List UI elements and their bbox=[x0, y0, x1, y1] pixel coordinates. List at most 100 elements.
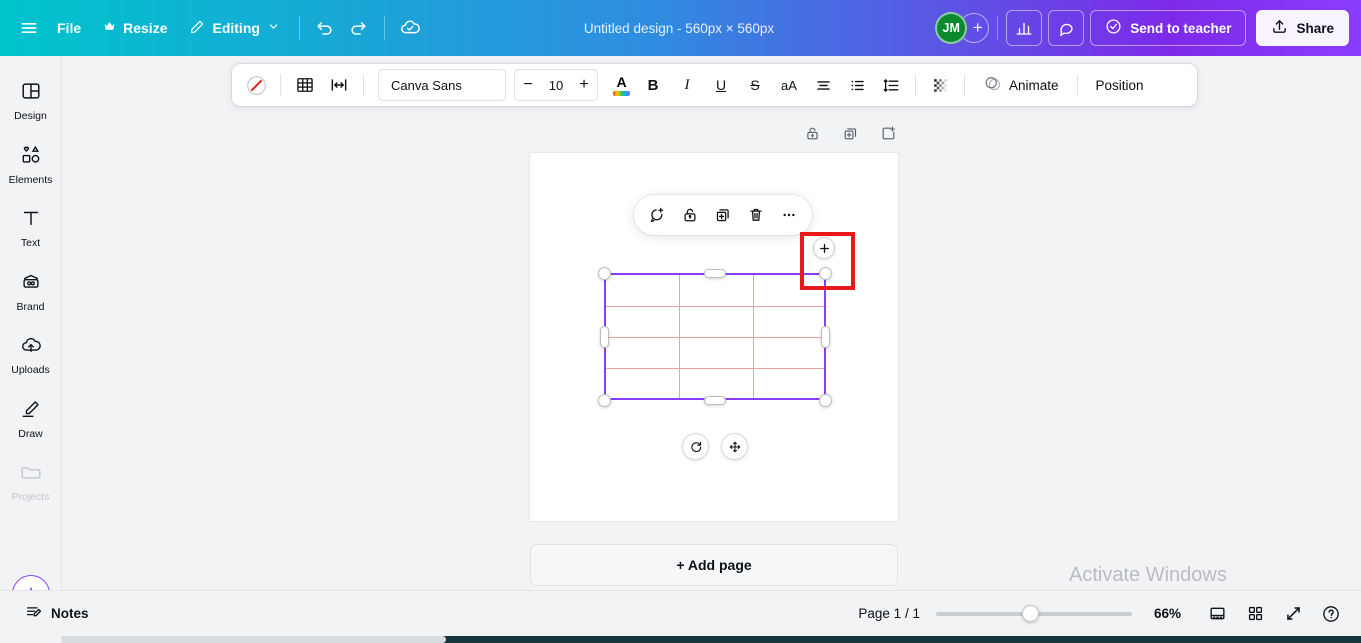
page-tools-row bbox=[797, 118, 903, 148]
underline-button[interactable]: U bbox=[705, 69, 737, 101]
toolbar-divider-5 bbox=[1076, 74, 1078, 96]
page-view-icon[interactable] bbox=[1201, 598, 1233, 630]
grid-view-icon[interactable] bbox=[1239, 598, 1271, 630]
zoom-level-label[interactable]: 66% bbox=[1154, 606, 1181, 621]
table-grid-icon[interactable] bbox=[289, 69, 321, 101]
font-size-increase-button[interactable]: + bbox=[571, 70, 597, 100]
resize-button[interactable]: Resize bbox=[92, 13, 178, 43]
header-divider-1 bbox=[298, 16, 300, 40]
brand-kit-icon bbox=[20, 271, 42, 298]
sidebar-item-projects[interactable]: Projects bbox=[2, 453, 60, 510]
table-grid-lines bbox=[606, 275, 824, 398]
toolbar-divider-4 bbox=[964, 74, 965, 96]
italic-button[interactable]: I bbox=[671, 69, 703, 101]
lock-page-button[interactable] bbox=[797, 118, 827, 148]
page-indicator: Page 1 / 1 bbox=[858, 606, 920, 621]
no-color-swatch-icon[interactable] bbox=[240, 69, 272, 101]
table-row-divider[interactable] bbox=[606, 337, 824, 338]
selected-table-element[interactable] bbox=[604, 273, 826, 400]
font-size-decrease-button[interactable]: − bbox=[515, 70, 541, 100]
add-page-after-button[interactable] bbox=[873, 118, 903, 148]
file-menu-label: File bbox=[57, 20, 82, 36]
table-row-divider[interactable] bbox=[606, 368, 824, 369]
document-title[interactable]: Untitled design - 560px × 560px bbox=[574, 15, 784, 42]
notes-icon bbox=[25, 603, 43, 624]
font-family-value: Canva Sans bbox=[391, 77, 462, 93]
sidebar-item-brand[interactable]: Brand bbox=[2, 263, 60, 320]
check-circle-icon bbox=[1105, 18, 1122, 38]
send-to-teacher-label: Send to teacher bbox=[1130, 20, 1232, 36]
hamburger-menu-icon[interactable] bbox=[12, 11, 46, 45]
line-spacing-icon[interactable] bbox=[875, 69, 907, 101]
cloud-upload-icon bbox=[20, 334, 42, 361]
resize-handle-middle-left[interactable] bbox=[600, 326, 609, 348]
text-case-button[interactable]: aA bbox=[773, 69, 805, 101]
rotate-icon[interactable] bbox=[682, 433, 709, 460]
horizontal-scrollbar[interactable] bbox=[0, 636, 1361, 643]
resize-handle-top-left[interactable] bbox=[598, 267, 611, 280]
bullet-list-icon[interactable] bbox=[841, 69, 873, 101]
table-row-divider[interactable] bbox=[606, 306, 824, 307]
position-button[interactable]: Position bbox=[1086, 69, 1154, 101]
sidebar-item-uploads[interactable]: Uploads bbox=[2, 326, 60, 383]
design-page[interactable] bbox=[530, 153, 898, 521]
sidebar-item-text[interactable]: Text bbox=[2, 199, 60, 256]
sidebar-item-label: Text bbox=[20, 237, 41, 250]
strikethrough-button[interactable]: S bbox=[739, 69, 771, 101]
redo-icon[interactable] bbox=[342, 11, 376, 45]
sidebar-item-label: Projects bbox=[11, 491, 50, 504]
add-page-button[interactable]: + Add page bbox=[530, 544, 898, 586]
sidebar-item-elements[interactable]: Elements bbox=[2, 136, 60, 193]
cloud-saved-icon[interactable] bbox=[393, 11, 427, 45]
add-column-button[interactable] bbox=[813, 237, 835, 259]
resize-handle-bottom-right[interactable] bbox=[819, 394, 832, 407]
font-family-select[interactable]: Canva Sans bbox=[378, 69, 506, 101]
transparency-checker-icon[interactable] bbox=[924, 69, 956, 101]
zoom-slider[interactable] bbox=[935, 605, 1132, 623]
add-comment-button[interactable] bbox=[642, 200, 672, 230]
comment-bubble-icon[interactable] bbox=[1048, 10, 1085, 46]
pencil-icon bbox=[189, 19, 205, 38]
left-sidebar: Design Elements Text Brand Uploads Draw … bbox=[0, 56, 62, 643]
animate-button[interactable]: Animate bbox=[973, 69, 1069, 101]
fullscreen-icon[interactable] bbox=[1277, 598, 1309, 630]
resize-handle-bottom-center[interactable] bbox=[704, 396, 726, 405]
sidebar-item-draw[interactable]: Draw bbox=[2, 390, 60, 447]
top-header-bar: File Resize Editing Untitled design - 56… bbox=[0, 0, 1361, 56]
text-color-icon[interactable]: A bbox=[608, 72, 635, 99]
cell-spacing-icon[interactable] bbox=[323, 69, 355, 101]
canva-editor-window: File Resize Editing Untitled design - 56… bbox=[0, 0, 1361, 643]
toolbar-divider-3 bbox=[915, 74, 916, 96]
zoom-slider-knob[interactable] bbox=[1021, 605, 1039, 622]
layout-design-icon bbox=[20, 80, 42, 107]
bold-button[interactable]: B bbox=[637, 69, 669, 101]
header-divider-2 bbox=[383, 16, 385, 40]
file-menu-button[interactable]: File bbox=[46, 13, 92, 43]
editing-mode-button[interactable]: Editing bbox=[178, 12, 290, 45]
send-to-teacher-button[interactable]: Send to teacher bbox=[1090, 10, 1247, 46]
help-circle-icon[interactable] bbox=[1315, 598, 1347, 630]
resize-handle-bottom-left[interactable] bbox=[598, 394, 611, 407]
lock-element-button[interactable] bbox=[675, 200, 705, 230]
notes-button[interactable]: Notes bbox=[14, 596, 100, 631]
resize-handle-middle-right[interactable] bbox=[821, 326, 830, 348]
horizontal-scrollbar-thumb[interactable] bbox=[56, 636, 446, 643]
move-icon[interactable] bbox=[721, 433, 748, 460]
delete-element-button[interactable] bbox=[741, 200, 771, 230]
share-button[interactable]: Share bbox=[1256, 10, 1349, 46]
toolbar-divider-2 bbox=[363, 74, 364, 96]
bar-chart-icon[interactable] bbox=[1006, 10, 1043, 46]
text-align-icon[interactable] bbox=[807, 69, 839, 101]
undo-icon[interactable] bbox=[308, 11, 342, 45]
notes-label: Notes bbox=[51, 606, 89, 621]
element-context-toolbar bbox=[634, 195, 812, 235]
avatar[interactable]: JM bbox=[935, 12, 968, 44]
resize-handle-top-center[interactable] bbox=[704, 269, 726, 278]
duplicate-page-button[interactable] bbox=[835, 118, 865, 148]
sidebar-item-design[interactable]: Design bbox=[2, 72, 60, 129]
resize-handle-top-right[interactable] bbox=[819, 267, 832, 280]
more-options-button[interactable] bbox=[774, 200, 804, 230]
formatting-toolbar: Canva Sans − 10 + A B I U S aA Animate P… bbox=[232, 64, 1197, 106]
font-size-input[interactable]: 10 bbox=[541, 78, 571, 93]
duplicate-element-button[interactable] bbox=[708, 200, 738, 230]
